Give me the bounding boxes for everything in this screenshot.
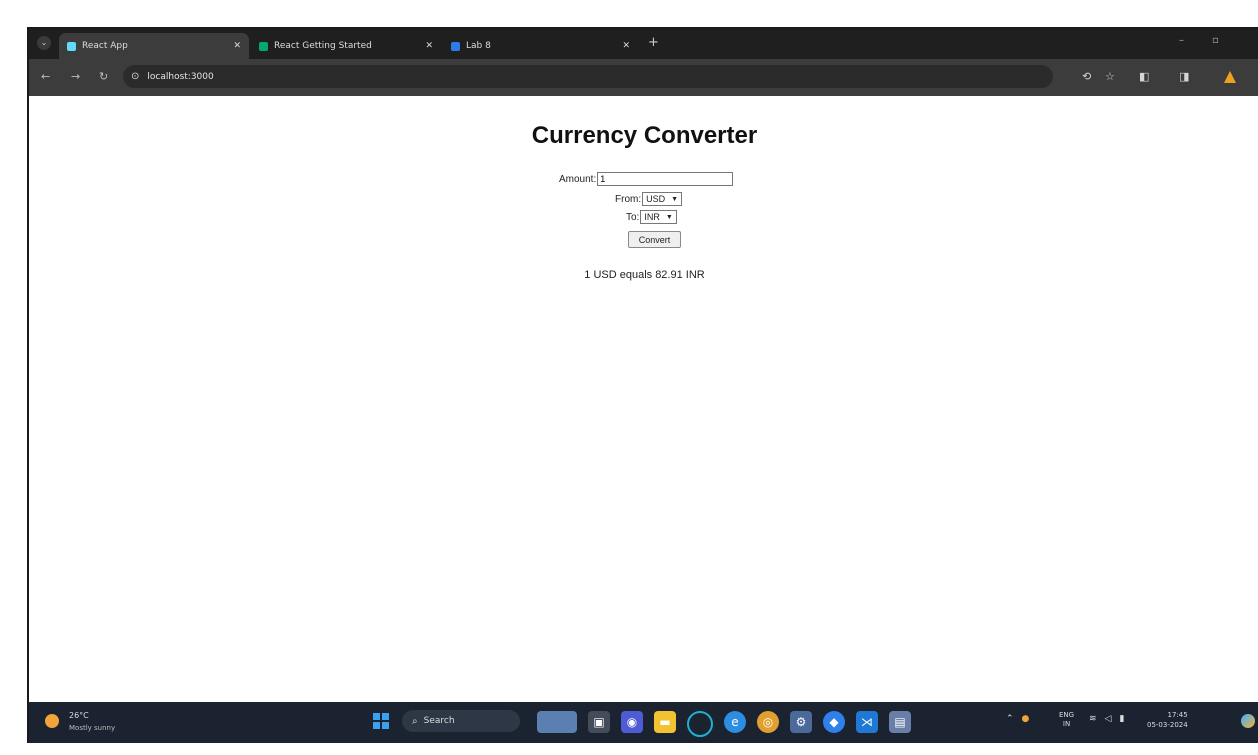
search-icon: ⌕ <box>412 715 418 727</box>
task-view-icon[interactable]: ▣ <box>588 711 610 733</box>
to-row: To: INR ▼ <box>626 210 677 224</box>
chevron-up-icon[interactable]: ⌃ <box>1006 714 1014 724</box>
extensions-icon[interactable]: ◧ <box>1139 70 1149 83</box>
bookmark-star-icon[interactable]: ☆ <box>1105 70 1115 83</box>
language-code: ENG <box>1059 711 1075 719</box>
taskbar-search-label: Search <box>423 716 455 726</box>
profile-avatar-icon[interactable] <box>1224 71 1236 83</box>
region-code: IN <box>1062 720 1071 728</box>
address-bar[interactable]: ⊙ localhost:3000 <box>123 65 1053 88</box>
amount-input[interactable] <box>597 172 734 186</box>
wifi-icon: ≋ <box>1089 714 1097 724</box>
close-icon[interactable]: ✕ <box>425 41 433 51</box>
tab-label: Lab 8 <box>466 41 491 51</box>
system-tray: ⌃ ● <box>1006 714 1029 724</box>
page-title: Currency Converter <box>531 122 758 149</box>
address-text: localhost:3000 <box>147 71 214 82</box>
weather-temperature[interactable]: 26°C <box>69 711 89 720</box>
from-currency-select[interactable]: USD ▼ <box>642 192 683 206</box>
w3schools-favicon-icon <box>259 41 268 51</box>
windows-start-icon[interactable] <box>373 713 389 729</box>
back-arrow-icon[interactable]: ← <box>41 70 50 83</box>
cortana-icon[interactable] <box>687 711 713 737</box>
to-currency-value: INR <box>644 212 660 222</box>
reload-icon[interactable]: ↻ <box>99 70 108 83</box>
from-currency-value: USD <box>646 194 666 204</box>
chrome-browser-icon[interactable]: ◎ <box>757 711 779 733</box>
widgets-app-icon[interactable] <box>537 711 577 733</box>
doc-favicon-icon <box>451 41 460 51</box>
maximize-icon[interactable]: ▫ <box>1212 35 1219 46</box>
amount-row: Amount: <box>559 172 734 186</box>
amount-label: Amount: <box>559 173 597 185</box>
clock[interactable]: 17:45 05-03-2024 <box>1147 710 1188 730</box>
weather-description[interactable]: Mostly sunny <box>69 724 115 732</box>
tab-react-app[interactable]: React App ✕ <box>59 33 249 59</box>
minimize-icon[interactable]: – <box>1179 35 1184 46</box>
tab-lab-8[interactable]: Lab 8 ✕ <box>443 33 638 59</box>
terminal-app-icon[interactable]: ▤ <box>889 711 911 733</box>
browser-toolbar: ← → ↻ ⊙ localhost:3000 ⟲ ☆ ◧ ◨ <box>29 59 1258 96</box>
language-indicator[interactable]: ENG IN <box>1059 711 1074 729</box>
page-content: Currency Converter Amount: From: USD ▼ T… <box>29 96 1258 702</box>
from-row: From: USD ▼ <box>615 192 683 206</box>
from-label: From: <box>615 193 642 205</box>
volume-icon: ◁ <box>1104 714 1112 724</box>
taskbar-search[interactable]: ⌕ Search <box>402 710 520 732</box>
battery-icon: ▮ <box>1119 714 1125 724</box>
to-currency-select[interactable]: INR ▼ <box>640 210 677 224</box>
tab-label: React Getting Started <box>274 41 372 51</box>
teams-app-icon[interactable]: ◉ <box>621 711 643 733</box>
status-icons[interactable]: ≋ ◁ ▮ <box>1089 714 1124 724</box>
conversion-result: 1 USD equals 82.91 INR <box>584 269 705 281</box>
vscode-app-icon[interactable]: ⋊ <box>856 711 878 733</box>
clock-date: 05-03-2024 <box>1147 721 1188 729</box>
file-explorer-icon[interactable]: ▬ <box>654 711 676 733</box>
edge-browser-icon[interactable]: e <box>724 711 746 733</box>
screen: ⌄ React App ✕ React Getting Started ✕ La… <box>27 27 1258 743</box>
tray-app-icon[interactable]: ● <box>1022 714 1030 724</box>
browser-tab-bar: ⌄ React App ✕ React Getting Started ✕ La… <box>29 29 1258 59</box>
store-app-icon[interactable]: ◆ <box>823 711 845 733</box>
tab-label: React App <box>82 41 128 51</box>
chevron-down-icon: ▼ <box>671 195 679 203</box>
close-icon[interactable]: ✕ <box>622 41 630 51</box>
side-panel-icon[interactable]: ◨ <box>1179 70 1189 83</box>
site-info-icon[interactable]: ⊙ <box>131 71 139 82</box>
tab-search-icon[interactable]: ⌄ <box>37 36 51 50</box>
convert-button[interactable]: Convert <box>628 231 681 248</box>
windows-taskbar: 26°C Mostly sunny ⌕ Search ▣ ◉ ▬ e ◎ ⚙ ◆… <box>29 702 1258 743</box>
tab-react-getting-started[interactable]: React Getting Started ✕ <box>251 33 441 59</box>
to-label: To: <box>626 211 640 223</box>
close-icon[interactable]: ✕ <box>233 41 241 51</box>
forward-arrow-icon[interactable]: → <box>71 70 80 83</box>
new-tab-button[interactable]: + <box>648 35 659 50</box>
translate-icon[interactable]: ⟲ <box>1082 70 1091 83</box>
chevron-down-icon: ▼ <box>665 213 673 221</box>
copilot-icon[interactable] <box>1241 714 1255 728</box>
weather-sun-icon[interactable] <box>45 714 59 728</box>
taskbar-apps: ▣ ◉ ▬ e ◎ ⚙ ◆ ⋊ ▤ <box>537 711 911 737</box>
react-favicon-icon <box>67 41 76 51</box>
clock-time: 17:45 <box>1167 711 1188 719</box>
settings-gear-icon[interactable]: ⚙ <box>790 711 812 733</box>
